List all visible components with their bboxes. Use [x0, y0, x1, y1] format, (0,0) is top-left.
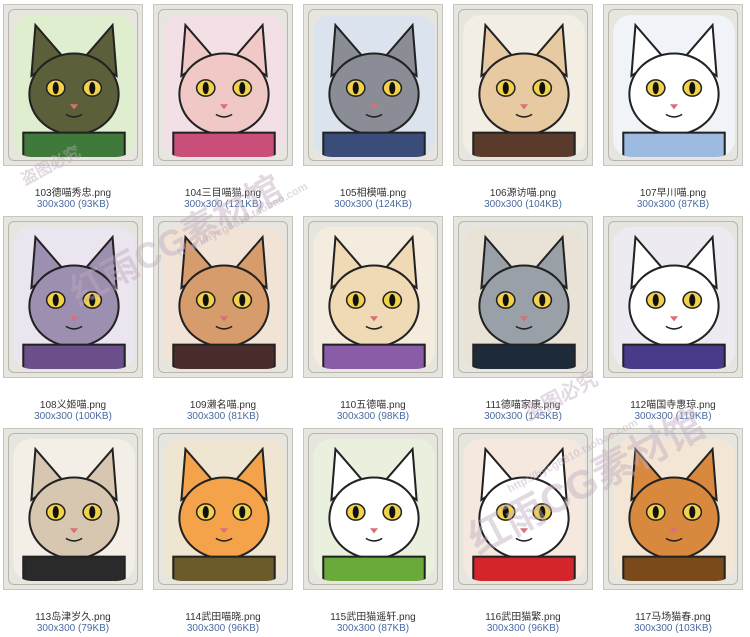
file-name: 115武田猫遥轩.png [330, 612, 416, 623]
file-dimensions: 300x300 (81KB) [186, 411, 260, 422]
thumbnail-frame [153, 4, 293, 166]
thumbnail-frame [603, 216, 743, 378]
thumbnail-item[interactable]: 113岛津岁久.png 300x300 (79KB) [0, 424, 146, 636]
cat-portrait-image[interactable] [613, 227, 735, 369]
thumbnail-item[interactable]: 116武田猫繁.png 300x300 (96KB) [450, 424, 596, 636]
file-name: 113岛津岁久.png [35, 612, 111, 623]
thumbnail-item[interactable]: 106源访喵.png 300x300 (104KB) [450, 0, 596, 212]
file-dimensions: 300x300 (93KB) [36, 199, 110, 210]
file-name: 103德喵秀忠.png [34, 188, 112, 199]
thumbnail-item[interactable]: 110五德喵.png 300x300 (98KB) [300, 212, 446, 424]
thumbnail-item[interactable]: 111德喵家康.png 300x300 (145KB) [450, 212, 596, 424]
cat-portrait-image[interactable] [313, 227, 435, 369]
thumbnail-item[interactable]: 109濑名喵.png 300x300 (81KB) [150, 212, 296, 424]
file-name: 107早川喵.png [639, 188, 707, 199]
thumbnail-item[interactable]: 112喵国寺惠琼.png 300x300 (119KB) [600, 212, 746, 424]
file-dimensions: 300x300 (104KB) [484, 199, 562, 210]
thumbnail-frame [453, 4, 593, 166]
file-dimensions: 300x300 (98KB) [336, 411, 410, 422]
cat-portrait-image[interactable] [313, 439, 435, 581]
thumbnail-frame [153, 428, 293, 590]
file-name: 106源访喵.png [489, 188, 557, 199]
file-name: 104三目喵猫.png [184, 188, 262, 199]
file-name: 110五德喵.png [340, 400, 406, 411]
thumbnail-frame [603, 428, 743, 590]
file-name: 111德喵家康.png [485, 400, 561, 411]
cat-portrait-image[interactable] [613, 15, 735, 157]
file-dimensions: 300x300 (100KB) [34, 411, 112, 422]
file-name: 114武田喵晓.png [185, 612, 261, 623]
file-name: 112喵国寺惠琼.png [630, 400, 716, 411]
thumbnail-item[interactable]: 114武田喵晓.png 300x300 (96KB) [150, 424, 296, 636]
thumbnail-frame [153, 216, 293, 378]
thumbnail-frame [3, 4, 143, 166]
thumbnail-frame [303, 4, 443, 166]
cat-portrait-image[interactable] [463, 227, 585, 369]
file-name: 117马场猫春.png [635, 612, 711, 623]
file-dimensions: 300x300 (87KB) [336, 623, 410, 634]
cat-portrait-image[interactable] [13, 15, 135, 157]
thumbnail-frame [3, 216, 143, 378]
thumbnail-item[interactable]: 105相模喵.png 300x300 (124KB) [300, 0, 446, 212]
file-name: 108义姬喵.png [39, 400, 107, 411]
thumbnail-frame [453, 216, 593, 378]
thumbnail-frame [303, 216, 443, 378]
file-name: 109濑名喵.png [189, 400, 257, 411]
cat-portrait-image[interactable] [463, 439, 585, 581]
file-name: 116武田猫繁.png [485, 612, 561, 623]
file-dimensions: 300x300 (96KB) [486, 623, 560, 634]
file-dimensions: 300x300 (87KB) [636, 199, 710, 210]
thumbnail-item[interactable]: 117马场猫春.png 300x300 (103KB) [600, 424, 746, 636]
cat-portrait-image[interactable] [313, 15, 435, 157]
thumbnail-item[interactable]: 107早川喵.png 300x300 (87KB) [600, 0, 746, 212]
cat-portrait-image[interactable] [613, 439, 735, 581]
thumbnail-frame [453, 428, 593, 590]
file-dimensions: 300x300 (145KB) [484, 411, 562, 422]
file-name: 105相模喵.png [339, 188, 407, 199]
thumbnail-item[interactable]: 104三目喵猫.png 300x300 (121KB) [150, 0, 296, 212]
thumbnail-frame [303, 428, 443, 590]
thumbnail-frame [3, 428, 143, 590]
thumbnail-frame [603, 4, 743, 166]
thumbnail-item[interactable]: 115武田猫遥轩.png 300x300 (87KB) [300, 424, 446, 636]
cat-portrait-image[interactable] [163, 439, 285, 581]
cat-portrait-image[interactable] [13, 439, 135, 581]
file-dimensions: 300x300 (121KB) [184, 199, 262, 210]
thumbnail-item[interactable]: 103德喵秀忠.png 300x300 (93KB) [0, 0, 146, 212]
thumbnail-item[interactable]: 108义姬喵.png 300x300 (100KB) [0, 212, 146, 424]
file-dimensions: 300x300 (124KB) [334, 199, 412, 210]
cat-portrait-image[interactable] [163, 227, 285, 369]
file-dimensions: 300x300 (79KB) [36, 623, 110, 634]
file-dimensions: 300x300 (96KB) [186, 623, 260, 634]
cat-portrait-image[interactable] [13, 227, 135, 369]
cat-portrait-image[interactable] [163, 15, 285, 157]
cat-portrait-image[interactable] [463, 15, 585, 157]
file-dimensions: 300x300 (119KB) [634, 411, 712, 422]
file-dimensions: 300x300 (103KB) [634, 623, 712, 634]
